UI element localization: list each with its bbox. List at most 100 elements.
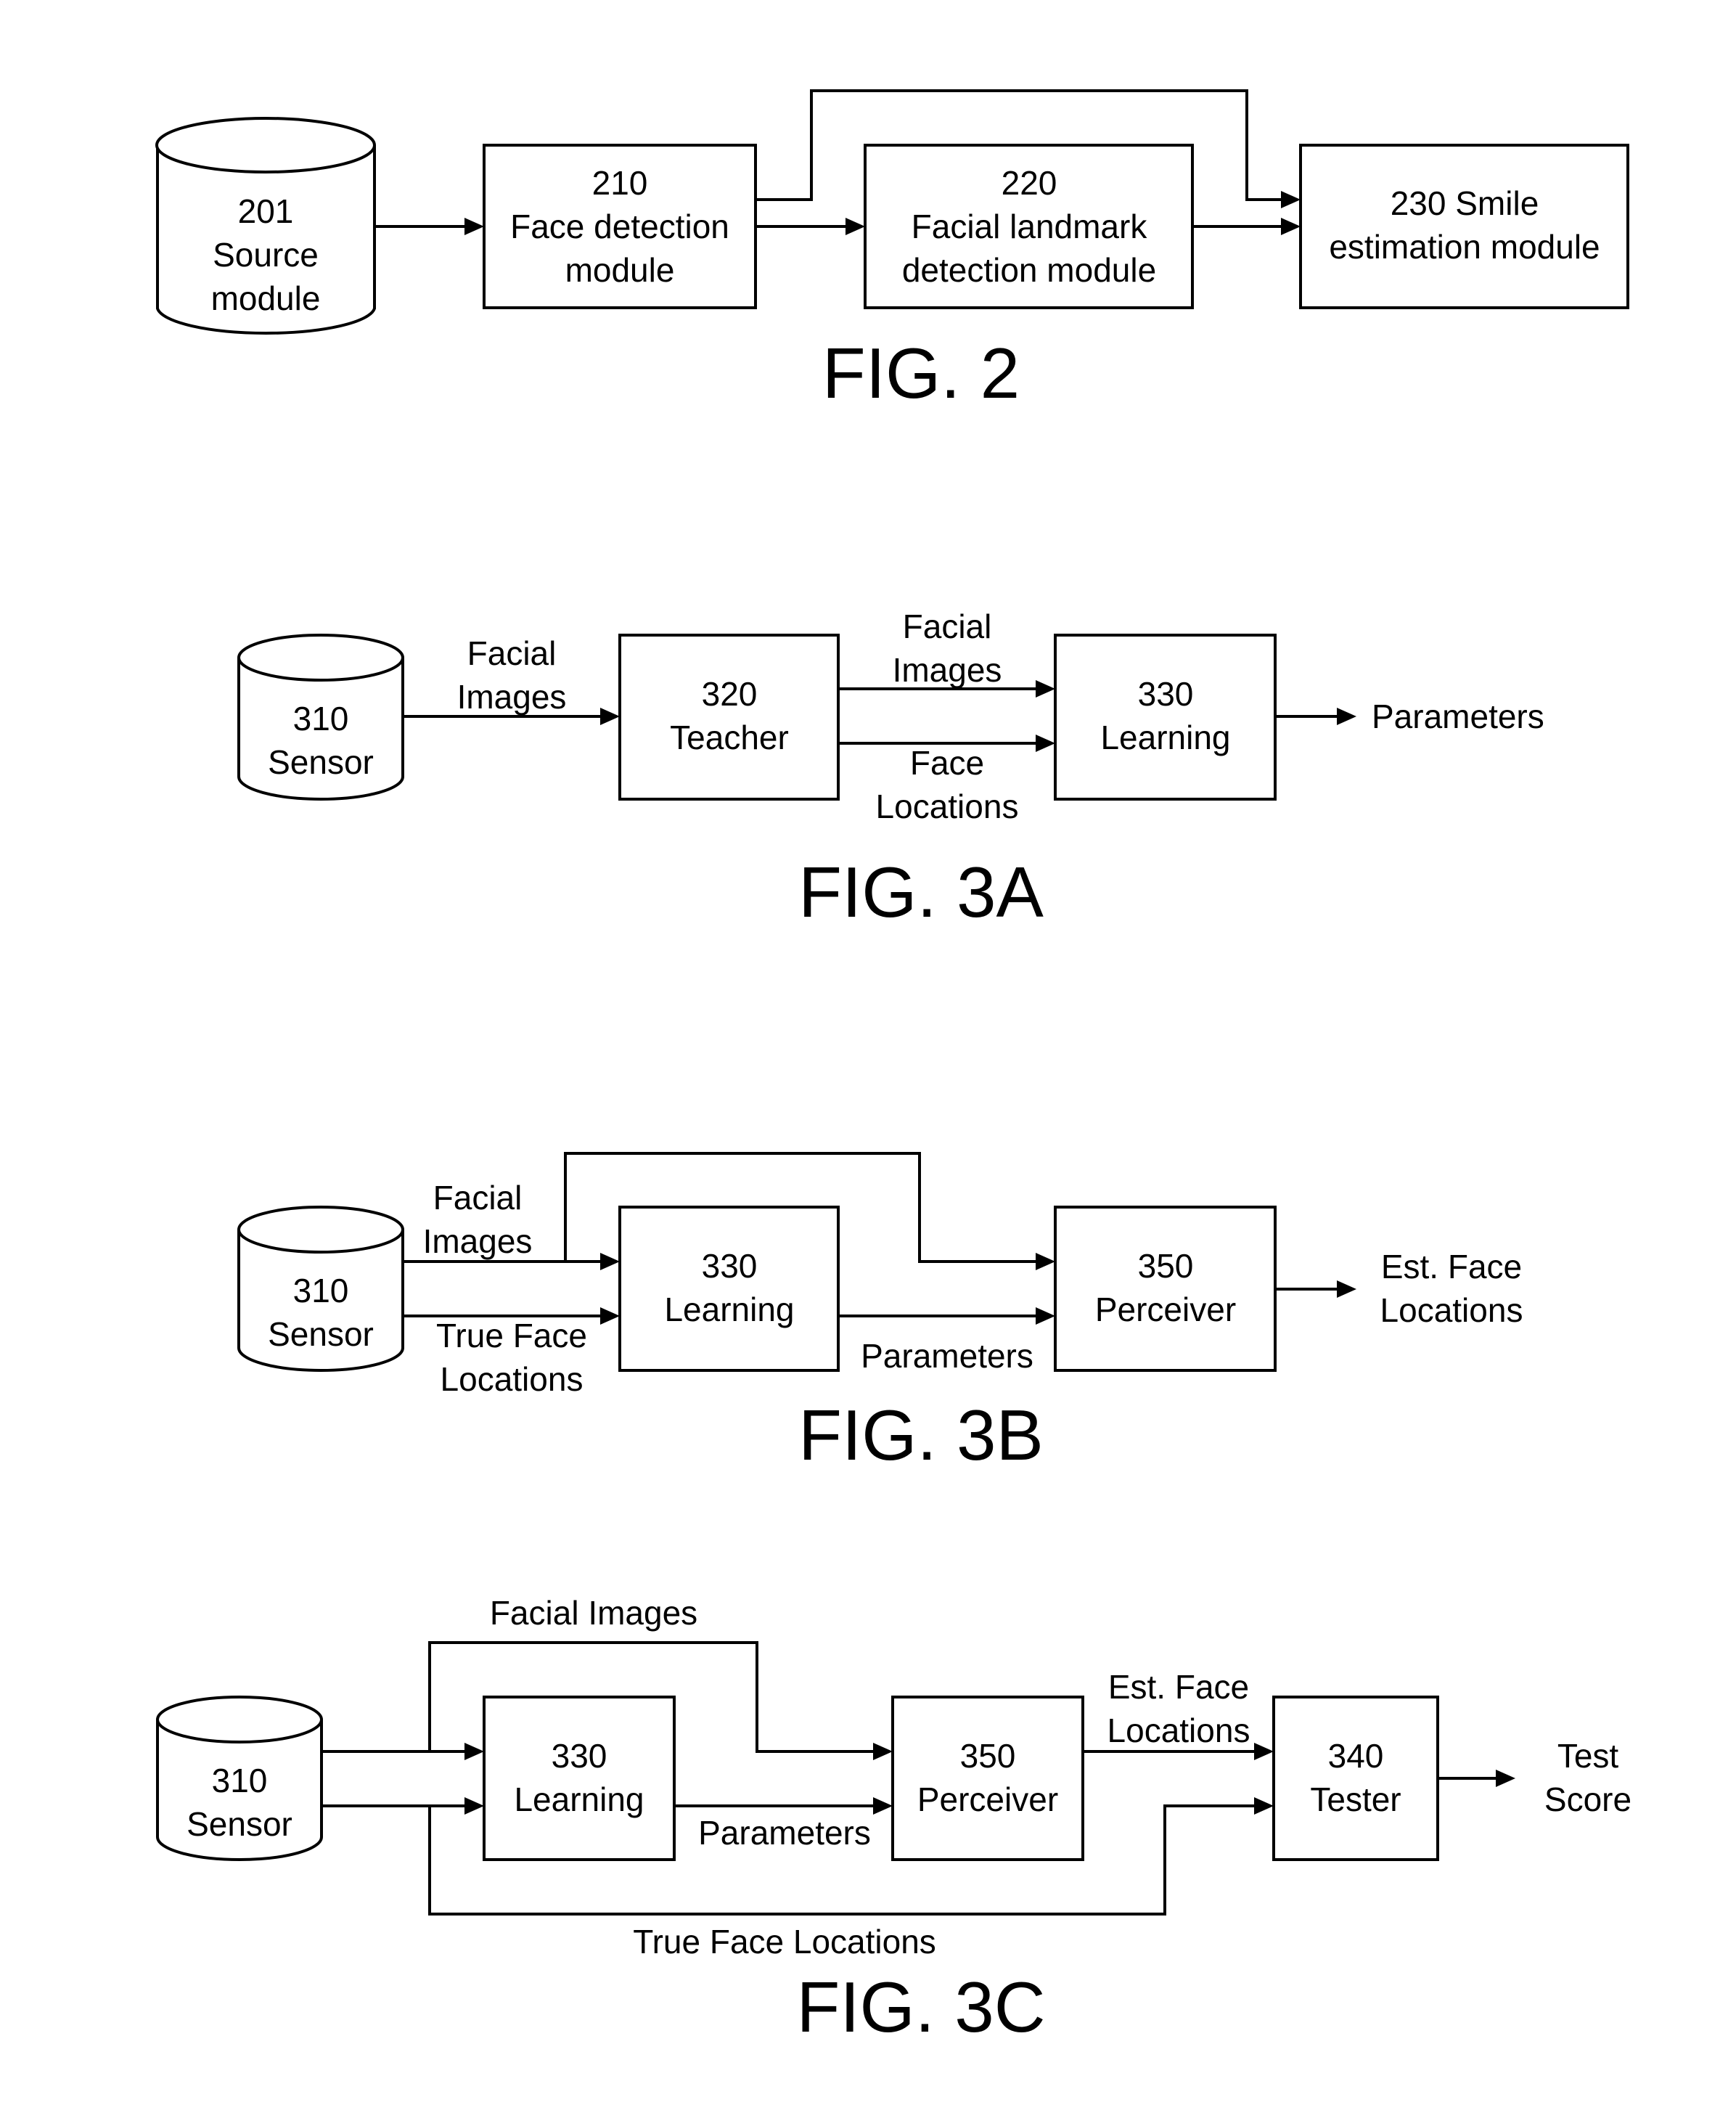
fig2-arrow-source-to-face [374,218,484,235]
face-detection-module-box: 210 Face detection module [483,144,757,309]
face-detection-label-3: module [565,251,675,289]
landmark-label-3: detection module [902,251,1156,289]
arrowhead-icon [1281,191,1301,208]
fig3c-arrow-perceiver-to-tester: Est. Face Locations [1083,1668,1274,1760]
edge-label-parameters: Parameters [861,1337,1033,1375]
figure-3b: 310 Sensor 330 Learning 350 Perceiver Fa… [237,1152,1523,1475]
learning-label-2: Learning [514,1780,644,1818]
source-module-cylinder: 201 Source module [155,117,376,335]
edge-label-facial-2: Facial [903,608,992,645]
learning-label-1: 330 [1138,675,1194,713]
tester-box: 340 Tester [1272,1696,1439,1861]
tester-label-2: Tester [1310,1780,1401,1818]
perceiver-label-1: 350 [960,1737,1016,1775]
sensor-cylinder: 310 Sensor [237,634,404,801]
edge-label-facial: Facial [433,1179,523,1217]
teacher-label-2: Teacher [670,719,789,756]
learning-box: 330 Learning [483,1696,676,1861]
edge-label-facial-1: Facial [467,634,557,672]
figure-3b-caption: FIG. 3B [798,1395,1044,1475]
arrowhead-icon [1254,1797,1274,1815]
arrowhead-icon [1337,1280,1356,1298]
arrowhead-icon [873,1797,893,1815]
smile-label-2: estimation module [1329,228,1600,266]
face-detection-label-2: Face detection [510,208,729,245]
output-label-est-face: Est. Face [1381,1248,1522,1285]
landmark-label-2: Facial landmark [912,208,1148,245]
source-module-label-1: 201 [238,192,294,230]
learning-box: 330 Learning [1054,634,1277,801]
figure-3a-caption: FIG. 3A [798,852,1044,932]
fig3a-arrow-teacher-to-learning-locations: Face Locations [838,735,1055,825]
smile-label-1: 230 Smile [1391,184,1539,222]
arrowhead-icon [1254,1743,1274,1760]
learning-label-2: Learning [664,1291,794,1328]
output-label-score: Score [1544,1780,1631,1818]
arrowhead-icon [600,1307,620,1325]
landmark-label-1: 220 [1002,164,1057,202]
learning-box: 330 Learning [618,1206,840,1372]
fig2-arrow-landmark-to-smile [1192,218,1301,235]
figure-3c-caption: FIG. 3C [796,1967,1045,2047]
arrowhead-icon [1337,708,1356,725]
edge-label-locations: Locations [441,1360,584,1398]
perceiver-box: 350 Perceiver [891,1696,1084,1861]
perceiver-box: 350 Perceiver [1054,1206,1277,1372]
edge-label-true-face-locations: True Face Locations [633,1923,936,1961]
arrowhead-icon [1036,735,1055,752]
arrowhead-icon [1036,680,1055,698]
figure-3c: 310 Sensor 330 Learning 350 Perceiver 34… [156,1594,1631,2047]
arrowhead-icon [1036,1307,1055,1325]
edge-label-face: Face [910,744,984,782]
fig3b-arrow-sensor-to-learning-images: Facial Images [403,1179,620,1270]
face-detection-label-1: 210 [592,164,648,202]
sensor-label-2: Sensor [187,1805,292,1843]
sensor-cylinder: 310 Sensor [237,1206,404,1372]
sensor-label-2: Sensor [268,743,374,781]
arrowhead-icon [600,1253,620,1270]
teacher-label-1: 320 [702,675,758,713]
output-label-test: Test [1557,1737,1619,1775]
figure-2: 201 Source module 210 Face detection mod… [155,89,1629,413]
perceiver-label-2: Perceiver [917,1780,1058,1818]
arrowhead-icon [464,1743,484,1760]
arrowhead-icon [846,218,865,235]
fig3c-arrow-sensor-to-learning-truth [322,1797,484,1815]
learning-label-1: 330 [552,1737,607,1775]
perceiver-label-2: Perceiver [1095,1291,1236,1328]
sensor-label-2: Sensor [268,1315,374,1353]
fig3a-arrow-sensor-to-teacher: Facial Images [403,634,620,725]
sensor-label-1: 310 [293,1272,349,1309]
teacher-box: 320 Teacher [618,634,840,801]
edge-label-facial-images: Facial Images [490,1594,697,1632]
output-label-locations: Locations [1380,1291,1523,1329]
source-module-label-3: module [211,279,321,317]
edge-label-locations: Locations [876,788,1019,825]
arrowhead-icon [873,1743,893,1760]
perceiver-label-1: 350 [1138,1247,1194,1285]
output-label-parameters: Parameters [1372,698,1544,735]
edge-label-parameters: Parameters [698,1814,871,1852]
tester-label-1: 340 [1328,1737,1384,1775]
smile-estimation-module-box: 230 Smile estimation module [1299,144,1629,309]
arrowhead-icon [1036,1253,1055,1270]
learning-label-1: 330 [702,1247,758,1285]
edge-label-images: Images [423,1222,533,1260]
fig3c-arrow-output: Test Score [1438,1737,1631,1818]
arrowhead-icon [1281,218,1301,235]
sensor-cylinder: 310 Sensor [156,1696,323,1861]
facial-landmark-module-box: 220 Facial landmark detection module [864,144,1194,309]
figure-3a: 310 Sensor 320 Teacher 330 Learning Faci… [237,608,1544,932]
fig3c-arrow-learning-to-perceiver: Parameters [674,1797,893,1852]
edge-label-images-1: Images [457,678,567,716]
fig2-arrow-face-to-landmark [756,218,865,235]
fig3a-arrow-output-parameters: Parameters [1275,698,1544,735]
figure-2-caption: FIG. 2 [822,333,1020,413]
learning-label-2: Learning [1100,719,1230,756]
edge-label-images-2: Images [893,651,1002,689]
source-module-label-2: Source [213,236,319,274]
edge-label-true-face: True Face [436,1317,587,1354]
edge-label-est-face: Est. Face [1108,1668,1249,1706]
fig3a-arrow-teacher-to-learning-images: Facial Images [838,608,1055,698]
patent-figures-canvas: 201 Source module 210 Face detection mod… [155,89,1631,2047]
